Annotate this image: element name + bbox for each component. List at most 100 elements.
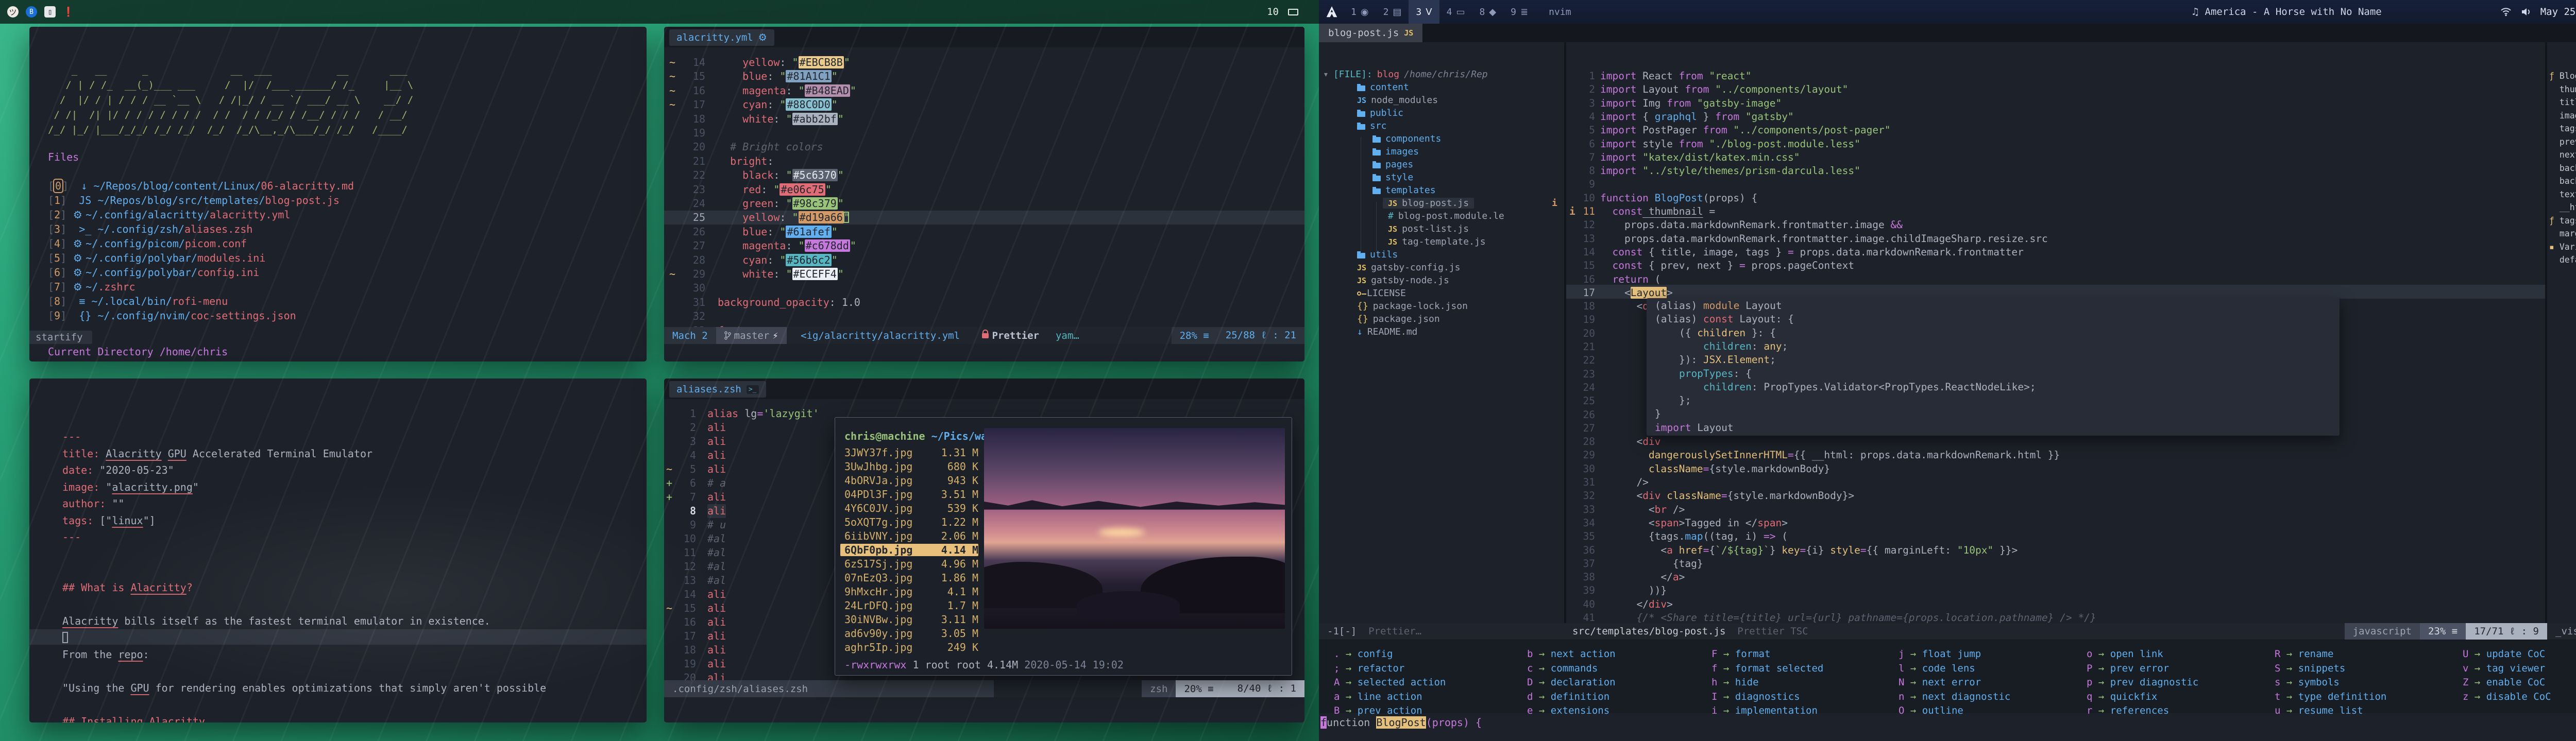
whichkey-binding-prev-error[interactable]: P → prev error — [2087, 663, 2169, 674]
preview-file-row[interactable]: 9hMxcHr.jpg4.1 M — [840, 585, 978, 598]
tree-item-gatsby-node-js[interactable]: JSgatsby-node.js — [1357, 275, 1449, 286]
startify-entry[interactable]: [8] ≡ ~/.local/bin/rofi-menu — [48, 295, 228, 308]
startify-entry[interactable]: [3] >_ ~/.config/zsh/aliases.zsh — [48, 222, 252, 236]
workspace-9[interactable]: 9≣ — [1503, 0, 1535, 24]
date-label[interactable]: May 25, 2020 — [2540, 6, 2576, 18]
whichkey-binding-tag-viewer[interactable]: v → tag viewer — [2463, 663, 2545, 674]
tree-item-gatsby-config-js[interactable]: JSgatsby-config.js — [1357, 262, 1460, 273]
vista-symbol[interactable]: tags Variable:14 — [2549, 124, 2576, 133]
volume-icon[interactable] — [2521, 7, 2531, 16]
whichkey-binding-commands[interactable]: c → commands — [1527, 663, 1598, 674]
whichkey-binding-type-definition[interactable]: t → type definition — [2275, 691, 2386, 702]
tree-item-public[interactable]: public — [1357, 108, 1403, 118]
whichkey-binding-next-error[interactable]: N → next error — [1899, 677, 1981, 688]
whichkey-binding-definition[interactable]: d → definition — [1527, 691, 1609, 702]
whichkey-binding-rename[interactable]: R → rename — [2275, 648, 2333, 660]
workspace-2[interactable]: 2▤ — [1376, 0, 1409, 24]
whichkey-binding-snippets[interactable]: S → snippets — [2275, 663, 2345, 674]
vista-symbol[interactable]: prev Variable:15 — [2549, 137, 2576, 147]
code-editor[interactable]: 1import React from "react"2import Layout… — [1566, 42, 2545, 623]
tree-item-style[interactable]: style — [1372, 172, 1413, 183]
whichkey-binding-quickfix[interactable]: q → quickfix — [2087, 691, 2157, 702]
wifi-icon[interactable] — [2500, 7, 2512, 16]
vista-symbol[interactable]: thumbnail Variable:11 — [2549, 84, 2576, 94]
whichkey-binding-enable-CoC[interactable]: Z → enable CoC — [2463, 677, 2545, 688]
tab-alacritty-yml[interactable]: alacritty.yml⚙ — [669, 29, 774, 46]
fzf-preview-float[interactable]: chris@machine ~/Pics/wallpapers/6QbF0pb.… — [835, 417, 1292, 676]
preview-file-row[interactable]: 6iibVNY.jpg2.06 M — [840, 530, 978, 542]
whichkey-binding-symbols[interactable]: s → symbols — [2275, 677, 2340, 688]
whichkey-binding-outline[interactable]: O → outline — [1899, 705, 1963, 716]
whichkey-binding-implementation[interactable]: i → implementation — [1711, 705, 1818, 716]
tree-item-post-list-js[interactable]: JSpost-list.js — [1388, 223, 1469, 234]
tab-blog-post[interactable]: blog-post.js — [1328, 27, 1399, 39]
alert-icon[interactable]: ❗ — [63, 6, 74, 18]
terminal-aliases-zsh[interactable]: aliases.zsh>_1alias lg='lazygit'2ali3ali… — [664, 378, 1304, 722]
terminal-blog-markdown[interactable]: ---title: Alacritty GPU Accelerated Term… — [29, 378, 647, 722]
startify-entry[interactable]: [9] {} ~/.config/nvim/coc-settings.json — [48, 309, 296, 323]
startify-entry[interactable]: [2] ⚙ ~/.config/alacritty/alacritty.yml — [48, 208, 291, 222]
whichkey-binding-float-jump[interactable]: j → float jump — [1899, 648, 1981, 660]
whichkey-binding-format[interactable]: F → format — [1711, 648, 1770, 660]
discord-icon[interactable]: ツ — [7, 6, 19, 18]
tree-item-tag-template-js[interactable]: JStag-template.js — [1388, 236, 1486, 247]
startify-entry[interactable]: [1] JS ~/Repos/blog/src/templates/blog-p… — [48, 194, 340, 208]
whichkey-binding-declaration[interactable]: D → declaration — [1527, 677, 1616, 688]
whichkey-binding-update-CoC[interactable]: U → update CoC — [2463, 648, 2545, 660]
preview-file-row[interactable]: 5oXQT7g.jpg1.22 M — [840, 516, 978, 528]
preview-file-row[interactable]: 6QbF0pb.jpg4.14 M — [840, 544, 978, 556]
preview-file-row[interactable]: 3JWY37f.jpg1.31 M — [840, 446, 978, 459]
tree-item-content[interactable]: content — [1357, 82, 1409, 93]
vista-symbol[interactable]: next Variable:15 — [2549, 150, 2576, 160]
tree-root[interactable]: ▾[FILE]:blog/home/chris/Rep — [1323, 69, 1488, 80]
tree-item-blog-post-js[interactable]: JSblog-post.js — [1383, 198, 1474, 209]
vista-symbol[interactable]: title Variable:14 — [2549, 97, 2576, 107]
workspace-4[interactable]: 4▭ — [1439, 0, 1472, 24]
coc-explorer-panel[interactable]: ▾[FILE]:blog/home/chris/Rep content JSnode… — [1319, 42, 1564, 623]
terminal-alacritty-yml[interactable]: alacritty.yml⚙~14 yellow: "#EBCB8B"~15 b… — [664, 27, 1304, 361]
preview-file-row[interactable]: 04PDl3F.jpg3.51 M — [840, 488, 978, 501]
preview-file-row[interactable]: 30iNVBw.jpg3.11 M — [840, 613, 978, 626]
tree-item-package-lock-json[interactable]: {}package-lock.json — [1357, 301, 1468, 312]
vista-symbol[interactable]: marginLeft Property:36 — [2549, 229, 2576, 238]
tree-item-package-json[interactable]: {}package.json — [1357, 314, 1440, 324]
preview-file-row[interactable]: 4Y6C0JV.jpg539 K — [840, 502, 978, 514]
whichkey-binding-prev-diagnostic[interactable]: p → prev diagnostic — [2087, 677, 2198, 688]
vista-symbol[interactable]: backgroundColor Property:23 — [2549, 176, 2576, 186]
keyboard-layout-count[interactable]: 10 — [1267, 6, 1279, 18]
workspace-8[interactable]: 8◆ — [1472, 0, 1503, 24]
startify-entry[interactable]: [5] ⚙ ~/.config/polybar/modules.ini — [48, 251, 265, 265]
startify-entry[interactable]: [7] ⚙ ~/.zshrc — [48, 280, 135, 294]
preview-file-row[interactable]: aghr5Ip.jpg249 K — [840, 641, 978, 653]
tree-item-src[interactable]: src — [1357, 120, 1387, 131]
tree-item-utils[interactable]: utils — [1357, 249, 1398, 260]
whichkey-binding-format-selected[interactable]: f → format selected — [1711, 663, 1823, 674]
preview-file-row[interactable]: 3UwJhbg.jpg680 K — [840, 460, 978, 473]
tab-aliases-zsh[interactable]: aliases.zsh>_ — [669, 381, 766, 398]
tree-item-node-modules[interactable]: JSnode_modules — [1357, 95, 1438, 106]
whichkey-binding-next-diagnostic[interactable]: n → next diagnostic — [1899, 691, 2010, 702]
whichkey-binding-resume-list[interactable]: u → resume list — [2275, 705, 2363, 716]
terminal-startify[interactable]: _ __ _ __ ___ __ ___ / | / /_ __(_)___ _… — [29, 27, 647, 361]
tree-item-pages[interactable]: pages — [1372, 159, 1413, 170]
whichkey-binding-config[interactable]: . → config — [1334, 648, 1393, 660]
tree-item-templates[interactable]: templates — [1372, 185, 1436, 196]
whichkey-binding-selected-action[interactable]: A → selected action — [1334, 677, 1446, 688]
whichkey-binding-open-link[interactable]: o → open link — [2087, 648, 2163, 660]
vista-symbol[interactable]: ƒ tags.map() callback Funct — [2549, 216, 2576, 226]
preview-file-row[interactable]: 07nEzQ3.jpg1.86 M — [840, 572, 978, 584]
vista-symbol[interactable]: textAlign Property:25 — [2549, 189, 2576, 199]
whichkey-binding-diagnostics[interactable]: I → diagnostics — [1711, 691, 1800, 702]
bluetooth-icon[interactable]: B — [26, 6, 37, 18]
whichkey-binding-prev-action[interactable]: B → prev action — [1334, 705, 1422, 716]
vista-symbol[interactable]: __html Property:29 — [2549, 202, 2576, 212]
phone-icon[interactable]: ▯ — [44, 6, 56, 18]
workspace-3[interactable]: 3V — [1409, 0, 1439, 24]
startify-entry[interactable]: [6] ⚙ ~/.config/polybar/config.ini — [48, 266, 259, 280]
preview-file-row[interactable]: 24LrDFQ.jpg1.7 M — [840, 599, 978, 612]
vista-symbol[interactable]: image Variable:14 — [2549, 111, 2576, 120]
whichkey-binding-hide[interactable]: h → hide — [1711, 677, 1759, 688]
whichkey-binding-code-lens[interactable]: l → code lens — [1899, 663, 1975, 674]
workspace-1[interactable]: 1◉ — [1344, 0, 1376, 24]
preview-file-row[interactable]: ad6v90y.jpg3.05 M — [840, 627, 978, 640]
